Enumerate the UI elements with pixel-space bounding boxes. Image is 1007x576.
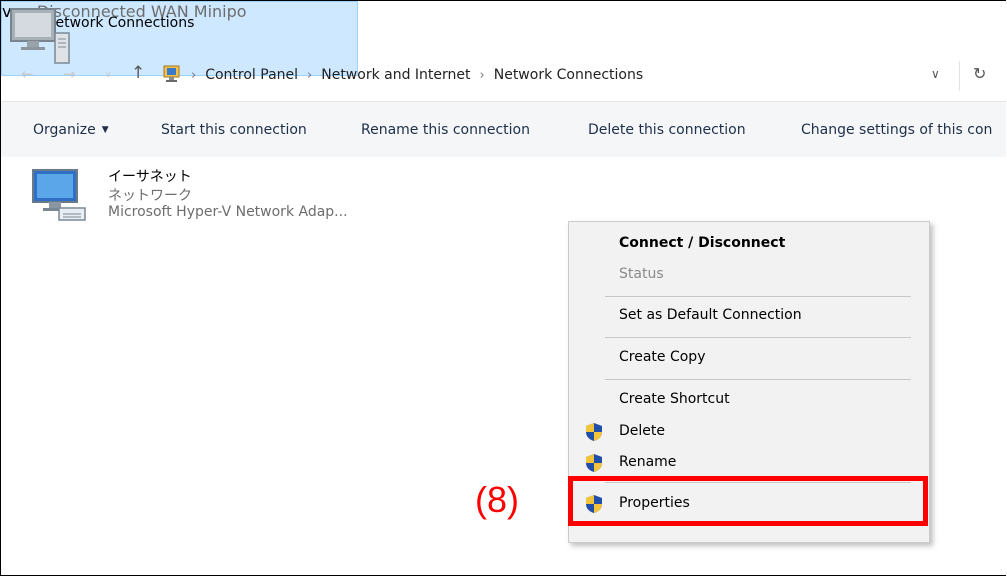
step-annotation-label: (8) — [475, 479, 519, 520]
menu-item-delete[interactable]: Delete — [569, 418, 929, 446]
connection-item-ethernet[interactable]: イーサネット ネットワーク Microsoft Hyper-V Network … — [29, 164, 379, 244]
address-row: ← → ∨ ↑ › Control Panel › Network and Inter… — [1, 57, 1006, 97]
change-settings-button[interactable]: Change settings of this con — [801, 122, 992, 138]
menu-item-connect-disconnect[interactable]: Connect / Disconnect — [569, 230, 929, 258]
refresh-icon[interactable]: ↻ — [973, 64, 986, 83]
menu-item-set-default[interactable]: Set as Default Connection — [569, 302, 929, 330]
forward-arrow-icon[interactable]: → — [63, 65, 76, 83]
menu-separator — [605, 379, 911, 380]
address-dropdown-icon[interactable]: ∨ — [931, 67, 940, 81]
breadcrumb-separator-icon: › — [191, 68, 197, 83]
breadcrumb: › Control Panel › Network and Internet › Netw… — [191, 67, 643, 83]
ethernet-status: ネットワーク — [108, 188, 192, 204]
menu-separator — [605, 296, 911, 297]
menu-item-label: Create Copy — [619, 349, 706, 365]
menu-item-label: Connect / Disconnect — [619, 235, 786, 251]
address-divider — [959, 61, 960, 91]
ethernet-adapter-icon — [32, 169, 86, 221]
menu-item-label: Delete — [619, 423, 665, 439]
network-connections-window: Network Connections ← → ∨ ↑ › Control Pan… — [0, 0, 1006, 576]
uac-shield-icon — [586, 423, 602, 441]
back-arrow-icon[interactable]: ← — [21, 65, 34, 83]
breadcrumb-network-connections[interactable]: Network Connections — [494, 67, 643, 83]
command-bar: Organize ▼ Start this connection Rename t… — [1, 102, 1006, 157]
menu-item-create-shortcut[interactable]: Create Shortcut — [569, 386, 929, 414]
start-connection-button[interactable]: Start this connection — [161, 122, 307, 138]
menu-item-label: Set as Default Connection — [619, 307, 802, 323]
menu-item-rename[interactable]: Rename — [569, 449, 929, 477]
breadcrumb-network-and-internet[interactable]: Network and Internet — [321, 67, 470, 83]
control-panel-icon — [163, 65, 180, 82]
delete-connection-button[interactable]: Delete this connection — [588, 122, 746, 138]
rename-connection-button[interactable]: Rename this connection — [361, 122, 530, 138]
organize-label: Organize — [33, 122, 96, 138]
recent-chevron-icon[interactable]: ∨ — [105, 70, 112, 80]
menu-separator — [605, 337, 911, 338]
organize-button[interactable]: Organize ▼ — [33, 122, 109, 138]
menu-item-label: Status — [619, 266, 664, 282]
vpn-adapter-icon — [10, 8, 70, 64]
caret-down-icon: ▼ — [101, 125, 109, 135]
breadcrumb-control-panel[interactable]: Control Panel — [205, 67, 298, 83]
breadcrumb-separator-icon: › — [307, 68, 313, 83]
menu-item-create-copy[interactable]: Create Copy — [569, 344, 929, 372]
menu-item-label: Create Shortcut — [619, 391, 730, 407]
breadcrumb-separator-icon: › — [479, 68, 485, 83]
ethernet-name: イーサネット — [108, 169, 192, 185]
ethernet-device: Microsoft Hyper-V Network Adap... — [108, 204, 348, 220]
menu-item-label: Rename — [619, 454, 677, 470]
title-bar: Network Connections — [1, 1, 1006, 45]
up-arrow-icon[interactable]: ↑ — [131, 63, 145, 83]
properties-highlight-box — [568, 476, 928, 526]
menu-item-status: Status — [569, 261, 929, 289]
uac-shield-icon — [586, 454, 602, 472]
